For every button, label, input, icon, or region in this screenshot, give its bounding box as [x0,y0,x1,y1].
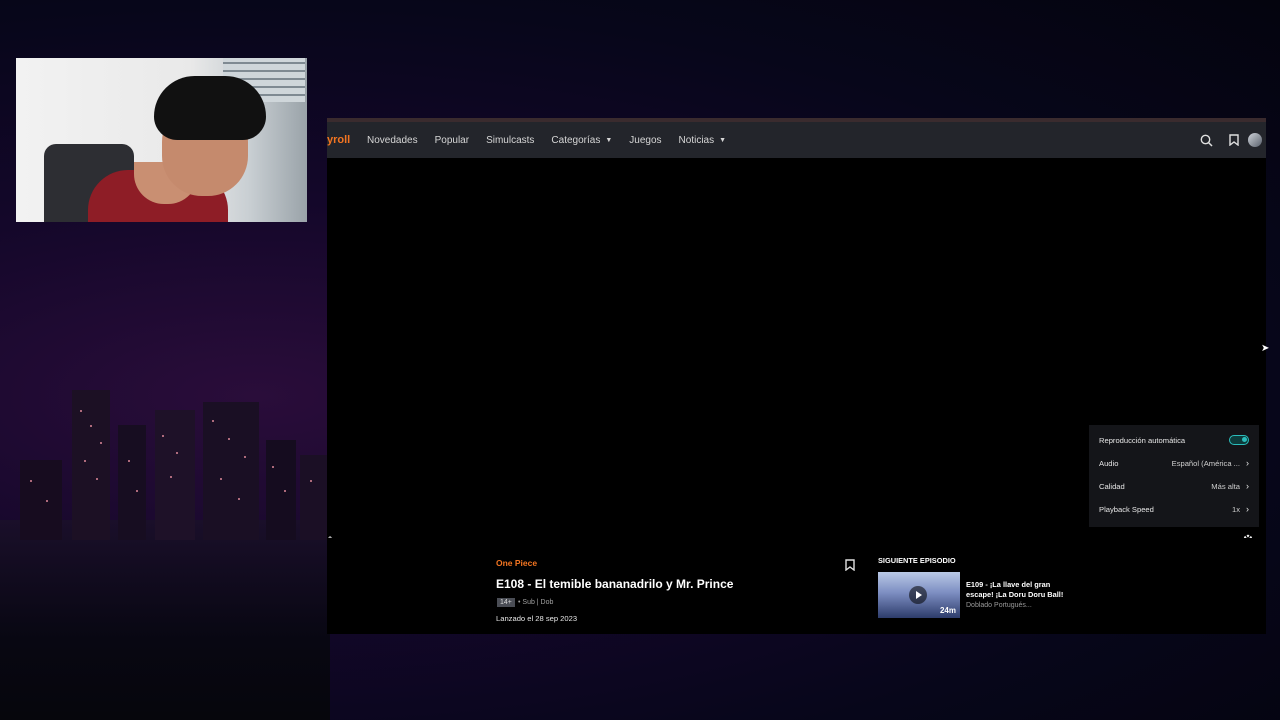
chevron-down-icon: ▼ [605,136,613,144]
chevron-right-icon: › [1246,458,1249,468]
audio-value: Español (América ... [1171,458,1240,468]
nav-categorias[interactable]: Categorías ▼ [551,135,612,146]
nav-label: Simulcasts [486,134,535,146]
person-hair [154,76,266,140]
mouse-cursor-icon: ➤ [1261,343,1270,354]
next-episode-title[interactable]: E109 - ¡La llave del gran escape! ¡La Do… [966,580,1076,600]
chevron-right-icon: › [1246,504,1249,514]
nav-label: Popular [434,134,470,146]
speed-label: Playback Speed [1099,504,1154,514]
nav-simulcasts[interactable]: Simulcasts [486,135,534,146]
bookmark-icon[interactable] [845,558,859,572]
next-episode-thumbnail[interactable]: 24m [878,572,960,618]
release-date: Lanzado el 28 sep 2023 [496,614,578,623]
nav-noticias[interactable]: Noticias ▼ [679,135,727,146]
nav-label: Categorías [551,134,601,146]
player-settings-menu: Reproducción automática Audio Español (A… [1089,425,1259,527]
nav-novedades[interactable]: Novedades [367,135,418,146]
audio-row[interactable]: Audio Español (América ... › [1099,454,1249,472]
background-floor [0,520,330,720]
episode-info: One Piece E108 - El temible bananadrilo … [327,538,1266,634]
search-icon[interactable] [1192,122,1220,158]
episode-title: E108 - El temible bananadrilo y Mr. Prin… [496,577,734,591]
speed-row[interactable]: Playback Speed 1x › [1099,500,1249,518]
quality-value: Más alta [1211,481,1240,491]
site-logo[interactable]: yroll [327,134,367,146]
nav-popular[interactable]: Popular [435,135,469,146]
streaming-app-window: yroll Novedades Popular Simulcasts Categ… [327,118,1266,634]
nav-actions [1192,122,1266,158]
next-episode-duration: 24m [939,606,956,615]
rating-badge: 14+ [497,598,515,607]
language-info: • Sub | Dob [518,599,554,606]
nav-label: Juegos [629,134,662,146]
nav-label: Noticias [678,134,715,146]
bookmark-icon[interactable] [1220,122,1248,158]
next-episode-heading: SIGUIENTE EPISODIO [878,556,956,565]
autoplay-label: Reproducción automática [1099,435,1186,445]
play-icon [909,586,927,604]
avatar[interactable] [1248,133,1262,147]
webcam-overlay [16,58,307,222]
chevron-right-icon: › [1246,481,1249,491]
chevron-down-icon: ▼ [719,136,727,144]
autoplay-toggle[interactable] [1229,435,1249,445]
audio-label: Audio [1099,458,1119,468]
autoplay-row[interactable]: Reproducción automática [1099,431,1249,449]
nav-label: Novedades [367,134,418,146]
quality-row[interactable]: Calidad Más alta › [1099,477,1249,495]
next-episode-subtitle: Doblado Portugués... [966,602,1032,609]
nav-juegos[interactable]: Juegos [629,135,661,146]
top-navbar: yroll Novedades Popular Simulcasts Categ… [327,122,1266,158]
speed-value: 1x [1231,504,1240,514]
series-link[interactable]: One Piece [496,558,537,568]
quality-label: Calidad [1099,481,1125,491]
city-skyline-background [20,390,330,540]
video-player[interactable]: Reproducción automática Audio Español (A… [327,158,1266,565]
